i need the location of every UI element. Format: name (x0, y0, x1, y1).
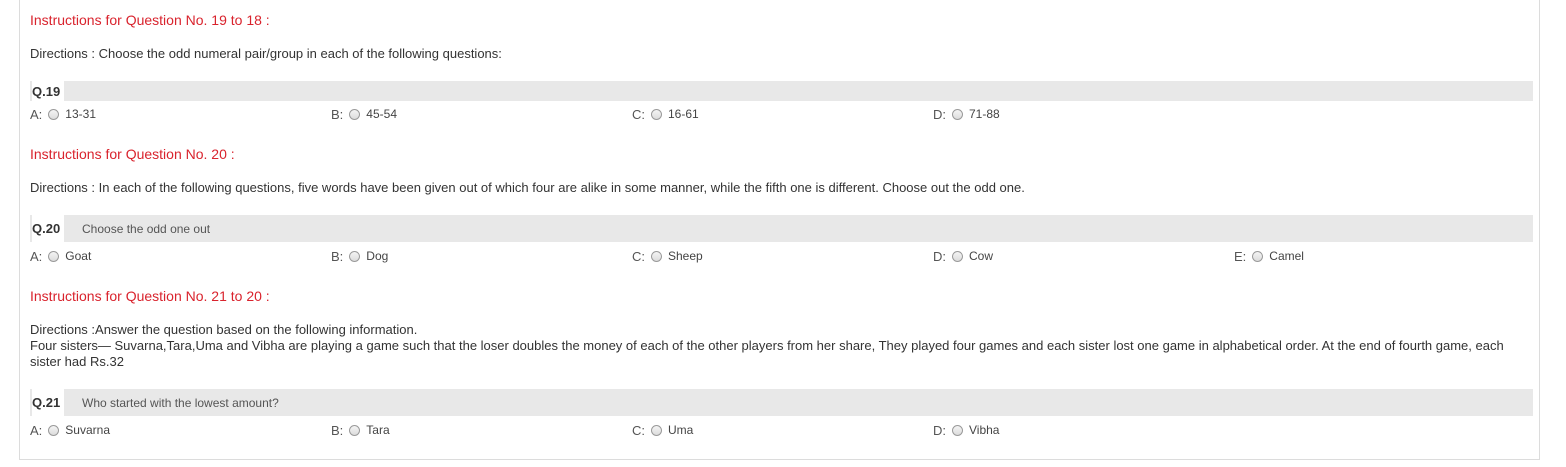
option-label: Goat (65, 249, 92, 263)
option-letter: C: (632, 248, 645, 264)
question-panel: Instructions for Question No. 19 to 18 :… (19, 0, 1540, 460)
option-letter: D: (933, 106, 946, 122)
question-bar-q21: Q.21 Who started with the lowest amount? (30, 389, 1533, 416)
radio-button[interactable] (349, 250, 361, 262)
radio-button[interactable] (349, 424, 361, 436)
option-d-q19[interactable]: D: 71-88 (933, 106, 1000, 122)
radio-button[interactable] (651, 250, 662, 262)
option-label: 13-31 (65, 107, 96, 121)
option-letter: C: (632, 106, 645, 122)
option-label: Dog (366, 249, 389, 263)
option-e-q20[interactable]: E: Camel (1234, 248, 1304, 264)
radio-button[interactable] (48, 424, 60, 436)
question-bar-q20: Q.20 Choose the odd one out (30, 215, 1533, 242)
question-bar-q19: Q.19 (30, 81, 1533, 101)
option-b-q20[interactable]: B: Dog (331, 248, 388, 264)
question-number: Q.20 (32, 215, 65, 242)
option-label: 45-54 (366, 107, 397, 121)
option-d-q20[interactable]: D: Cow (933, 248, 993, 264)
radio-button[interactable] (349, 108, 361, 120)
option-d-q21[interactable]: D: Vibha (933, 422, 999, 438)
option-letter: D: (933, 422, 946, 438)
option-a-q20[interactable]: A: Goat (30, 248, 91, 264)
directions-line: Directions :Answer the question based on… (30, 322, 418, 337)
option-label: 71-88 (969, 107, 1000, 121)
radio-button[interactable] (1252, 250, 1264, 262)
option-label: Camel (1269, 249, 1304, 263)
option-label: Tara (366, 423, 390, 437)
question-number: Q.21 (32, 389, 65, 416)
option-label: Suvarna (65, 423, 110, 437)
option-label: 16-61 (668, 107, 699, 121)
option-letter: A: (30, 248, 43, 264)
instructions-heading-q19: Instructions for Question No. 19 to 18 : (30, 12, 270, 28)
radio-button[interactable] (651, 424, 662, 436)
option-letter: A: (30, 422, 43, 438)
radio-button[interactable] (952, 424, 963, 436)
directions-passage: Four sisters— Suvarna,Tara,Uma and Vibha… (30, 338, 1504, 369)
option-c-q21[interactable]: C: Uma (632, 422, 693, 438)
radio-button[interactable] (651, 108, 662, 120)
radio-button[interactable] (48, 108, 60, 120)
radio-button[interactable] (48, 250, 60, 262)
directions-text-q21: Directions :Answer the question based on… (30, 322, 1520, 370)
option-a-q21[interactable]: A: Suvarna (30, 422, 110, 438)
directions-text-q20: Directions : In each of the following qu… (30, 180, 1025, 195)
question-number: Q.19 (32, 81, 65, 101)
option-label: Vibha (969, 423, 1000, 437)
option-a-q19[interactable]: A: 13-31 (30, 106, 96, 122)
option-c-q19[interactable]: C: 16-61 (632, 106, 699, 122)
option-letter: A: (30, 106, 43, 122)
option-label: Cow (969, 249, 994, 263)
option-letter: C: (632, 422, 645, 438)
option-letter: B: (331, 422, 344, 438)
instructions-heading-q20: Instructions for Question No. 20 : (30, 146, 235, 162)
radio-button[interactable] (952, 250, 963, 262)
question-text: Who started with the lowest amount? (82, 395, 279, 410)
option-label: Sheep (668, 249, 703, 263)
option-c-q20[interactable]: C: Sheep (632, 248, 703, 264)
directions-text-q19: Directions : Choose the odd numeral pair… (30, 46, 502, 61)
radio-button[interactable] (952, 108, 963, 120)
option-letter: E: (1234, 248, 1247, 264)
question-text: Choose the odd one out (82, 221, 211, 236)
option-b-q21[interactable]: B: Tara (331, 422, 390, 438)
option-b-q19[interactable]: B: 45-54 (331, 106, 397, 122)
option-letter: D: (933, 248, 946, 264)
option-letter: B: (331, 106, 344, 122)
instructions-heading-q21: Instructions for Question No. 21 to 20 : (30, 288, 270, 304)
option-label: Uma (668, 423, 694, 437)
option-letter: B: (331, 248, 344, 264)
